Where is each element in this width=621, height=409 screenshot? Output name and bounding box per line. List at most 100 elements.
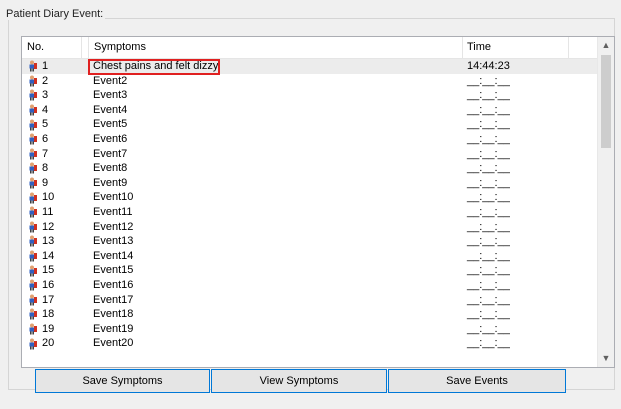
person-icon (28, 250, 38, 262)
view-symptoms-button[interactable]: View Symptoms (211, 369, 387, 393)
row-time: __:__:__ (467, 337, 510, 350)
row-no-cell: 9 (28, 176, 48, 191)
row-symptom: Event13 (93, 235, 134, 248)
row-symptom: Event14 (93, 249, 134, 262)
person-icon (28, 235, 38, 247)
row-time: __:__:__ (467, 249, 510, 262)
table-row[interactable]: 2 Event2 __:__:__ (22, 74, 597, 89)
row-number: 4 (42, 103, 49, 116)
person-icon (28, 206, 38, 218)
table-row[interactable]: 18 Event18 __:__:__ (22, 307, 597, 322)
row-time: __:__:__ (467, 264, 510, 277)
group-title: Patient Diary Event: (4, 8, 106, 20)
row-no-cell: 6 (28, 132, 48, 147)
row-time: __:__:__ (467, 293, 510, 306)
table-row[interactable]: 10 Event10 __:__:__ (22, 190, 597, 205)
vertical-scrollbar[interactable]: ▲ ▼ (597, 37, 614, 367)
table-row[interactable]: 15 Event15 __:__:__ (22, 263, 597, 278)
row-time: __:__:__ (467, 74, 510, 87)
listview-header: No. Symptoms Time (22, 37, 597, 59)
row-number: 2 (42, 74, 49, 87)
row-no-cell: 4 (28, 103, 48, 118)
person-icon (28, 104, 38, 116)
person-icon (28, 265, 38, 277)
row-number: 3 (42, 89, 49, 102)
listview-rows: 1 Chest pains and felt dizzy 14:44:23 2 Even… (22, 59, 597, 351)
person-icon (28, 221, 38, 233)
table-row[interactable]: 13 Event13 __:__:__ (22, 234, 597, 249)
table-row[interactable]: 9 Event9 __:__:__ (22, 176, 597, 191)
table-row[interactable]: 14 Event14 __:__:__ (22, 249, 597, 264)
row-no-cell: 20 (28, 336, 54, 351)
row-no-cell: 5 (28, 117, 48, 132)
person-icon (28, 323, 38, 335)
table-row[interactable]: 12 Event12 __:__:__ (22, 220, 597, 235)
row-symptom: Event19 (93, 322, 134, 335)
row-number: 16 (42, 278, 55, 291)
scrollbar-thumb[interactable] (601, 55, 611, 148)
column-header-time[interactable]: Time (462, 37, 569, 58)
row-number: 6 (42, 132, 49, 145)
row-no-cell: 1 (28, 59, 48, 74)
table-row[interactable]: 5 Event5 __:__:__ (22, 117, 597, 132)
row-no-cell: 7 (28, 147, 48, 162)
row-symptom: Event6 (93, 132, 128, 145)
row-symptom: Event16 (93, 278, 134, 291)
row-no-cell: 11 (28, 205, 53, 220)
table-row[interactable]: 4 Event4 __:__:__ (22, 103, 597, 118)
row-time: __:__:__ (467, 118, 510, 131)
save-symptoms-button[interactable]: Save Symptoms (35, 369, 210, 393)
row-no-cell: 10 (28, 190, 54, 205)
row-symptom: Event2 (93, 74, 128, 87)
table-row[interactable]: 11 Event11 __:__:__ (22, 205, 597, 220)
row-symptom: Event4 (93, 103, 128, 116)
row-symptom: Event12 (93, 220, 134, 233)
row-no-cell: 3 (28, 88, 48, 103)
table-row[interactable]: 16 Event16 __:__:__ (22, 278, 597, 293)
row-time: __:__:__ (467, 103, 510, 116)
row-no-cell: 12 (28, 220, 54, 235)
person-icon (28, 308, 38, 320)
table-row[interactable]: 8 Event8 __:__:__ (22, 161, 597, 176)
row-no-cell: 19 (28, 322, 54, 337)
table-row[interactable]: 1 Chest pains and felt dizzy 14:44:23 (22, 59, 597, 74)
row-time: __:__:__ (467, 191, 510, 204)
scroll-up-arrow-icon[interactable]: ▲ (598, 37, 614, 54)
row-symptom: Event15 (93, 264, 134, 277)
row-symptom: Event11 (93, 205, 133, 218)
column-header-no[interactable]: No. (22, 37, 82, 58)
person-icon (28, 148, 38, 160)
row-symptom: Event8 (93, 162, 128, 175)
table-row[interactable]: 20 Event20 __:__:__ (22, 336, 597, 351)
table-row[interactable]: 7 Event7 __:__:__ (22, 147, 597, 162)
save-events-button[interactable]: Save Events (388, 369, 566, 393)
row-symptom: Event10 (93, 191, 134, 204)
person-icon (28, 279, 38, 291)
row-number: 5 (42, 118, 49, 131)
row-number: 9 (42, 176, 49, 189)
table-row[interactable]: 17 Event17 __:__:__ (22, 293, 597, 308)
table-row[interactable]: 6 Event6 __:__:__ (22, 132, 597, 147)
row-no-cell: 8 (28, 161, 48, 176)
row-time: __:__:__ (467, 205, 510, 218)
listview-content: No. Symptoms Time 1 Chest pains and felt … (22, 37, 597, 367)
events-listview[interactable]: No. Symptoms Time 1 Chest pains and felt … (21, 36, 615, 368)
column-header-symptoms[interactable]: Symptoms (88, 37, 463, 58)
row-no-cell: 14 (28, 249, 54, 264)
table-row[interactable]: 3 Event3 __:__:__ (22, 88, 597, 103)
person-icon (28, 192, 38, 204)
person-icon (28, 75, 38, 87)
row-symptom: Chest pains and felt dizzy (93, 60, 219, 72)
row-no-cell: 16 (28, 278, 54, 293)
table-row[interactable]: 19 Event19 __:__:__ (22, 322, 597, 337)
row-symptom: Event17 (93, 293, 134, 306)
row-time: 14:44:23 (467, 60, 510, 72)
person-icon (28, 162, 38, 174)
row-number: 1 (42, 60, 49, 72)
row-time: __:__:__ (467, 89, 510, 102)
scroll-down-arrow-icon[interactable]: ▼ (598, 350, 614, 367)
row-time: __:__:__ (467, 220, 510, 233)
row-no-cell: 2 (28, 74, 48, 89)
row-time: __:__:__ (467, 322, 510, 335)
row-no-cell: 15 (28, 263, 54, 278)
